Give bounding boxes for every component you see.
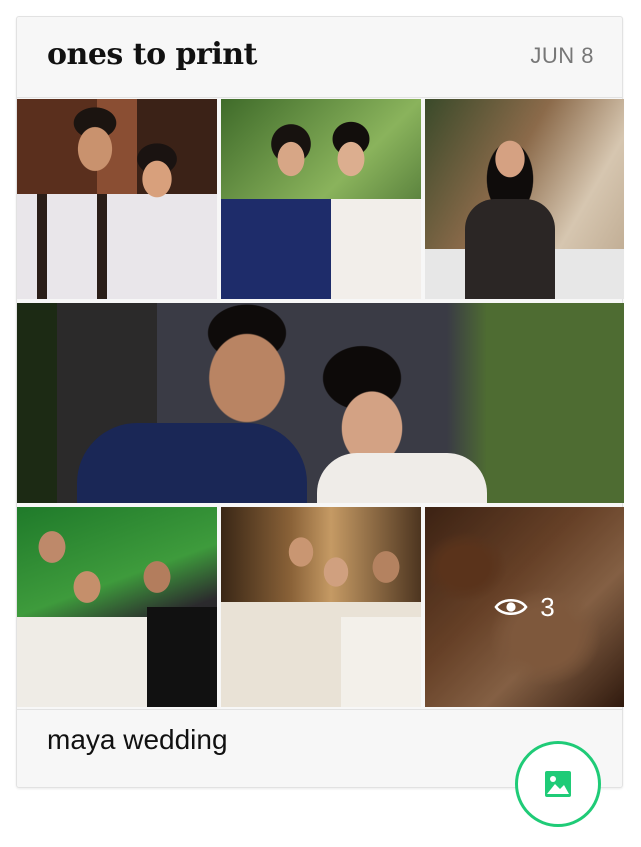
album-title: ones to print — [47, 37, 257, 72]
photo-thumbnail[interactable] — [221, 99, 421, 299]
album-name: maya wedding — [47, 724, 228, 755]
photo-thumbnail-wide[interactable] — [17, 303, 624, 503]
photo-thumbnail[interactable] — [17, 507, 217, 707]
add-photo-button[interactable] — [515, 741, 601, 827]
more-photos-overlay: 3 — [425, 507, 624, 707]
photo-thumbnail[interactable] — [221, 507, 421, 707]
album-card-header: ones to print JUN 8 — [17, 17, 622, 98]
eye-icon — [494, 598, 528, 616]
image-icon — [545, 771, 571, 797]
album-date: JUN 8 — [530, 43, 594, 68]
album-card[interactable]: ones to print JUN 8 3 maya wedding — [16, 16, 624, 788]
photo-thumbnail[interactable] — [425, 99, 624, 299]
photo-thumbnail[interactable] — [17, 99, 217, 299]
more-photos-count: 3 — [540, 591, 555, 622]
more-photos-tile[interactable]: 3 — [425, 507, 624, 707]
